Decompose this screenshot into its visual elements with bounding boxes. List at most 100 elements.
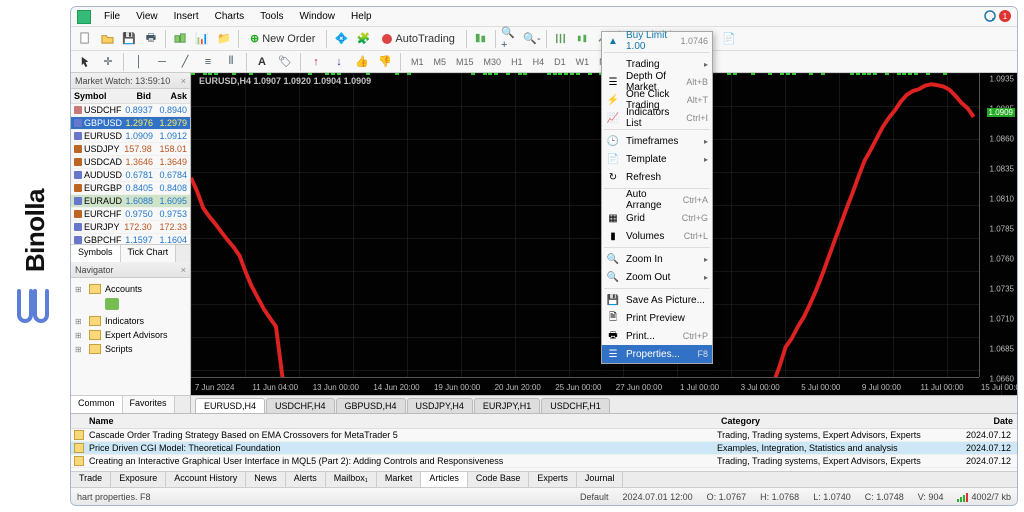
new-doc-icon[interactable] (75, 29, 95, 49)
close-icon[interactable]: × (181, 76, 186, 86)
channel-icon[interactable]: ≡ (198, 52, 218, 72)
profile-group-icon[interactable] (170, 29, 190, 49)
mw-tab-tick-chart[interactable]: Tick Chart (121, 245, 177, 262)
templates-icon[interactable]: 📄 (719, 29, 739, 49)
market-row-EURAUD[interactable]: EURAUD 1.6088 1.6095 (71, 195, 190, 208)
terminal-tab-journal[interactable]: Journal (577, 472, 624, 487)
timeframe-M30[interactable]: M30 (479, 55, 507, 69)
ctx-zoom-in[interactable]: 🔍 Zoom In ▸ (602, 250, 712, 268)
candles-icon[interactable] (573, 29, 593, 49)
navigator-toggle-icon[interactable]: 📁 (214, 29, 234, 49)
market-row-EURGBP[interactable]: EURGBP 0.8405 0.8408 (71, 182, 190, 195)
ctx-volumes[interactable]: ▮ Volumes Ctrl+L (602, 227, 712, 245)
timeframe-H4[interactable]: H4 (528, 55, 550, 69)
ctx-properties-[interactable]: ☰ Properties... F8 (602, 345, 712, 363)
terminal-tab-experts[interactable]: Experts (529, 472, 577, 487)
expert-advisor-icon[interactable]: 🧩 (353, 29, 373, 49)
terminal-tab-account-history[interactable]: Account History (166, 472, 246, 487)
timeframe-M5[interactable]: M5 (429, 55, 452, 69)
nav-indicators[interactable]: Indicators (75, 314, 186, 328)
market-row-EURJPY[interactable]: EURJPY 172.30 172.33 (71, 221, 190, 234)
vline-icon[interactable]: │ (129, 52, 149, 72)
thumbs-up-icon[interactable]: 👍 (352, 52, 372, 72)
article-row[interactable]: Creating an Interactive Graphical User I… (71, 455, 1017, 468)
new-order-button[interactable]: ⊕New Order (243, 29, 322, 49)
crosshair-icon[interactable]: ✛ (98, 52, 118, 72)
market-row-GBPUSD[interactable]: GBPUSD 1.2976 1.2979 (71, 117, 190, 130)
terminal-tab-market[interactable]: Market (377, 472, 422, 487)
nav-tab-favorites[interactable]: Favorites (123, 396, 175, 413)
save-icon[interactable]: 💾 (119, 29, 139, 49)
market-row-EURUSD[interactable]: EURUSD 1.0909 1.0912 (71, 130, 190, 143)
timeframe-M1[interactable]: M1 (406, 55, 429, 69)
zoom-in-icon[interactable]: 🔍+ (500, 29, 520, 49)
terminal-tab-code-base[interactable]: Code Base (468, 472, 530, 487)
timeframe-M15[interactable]: M15 (451, 55, 479, 69)
ctx-save-as-picture-[interactable]: 💾 Save As Picture... (602, 291, 712, 309)
col-name[interactable]: Name (85, 414, 717, 428)
col-category[interactable]: Category (717, 414, 957, 428)
cursor-icon[interactable] (75, 52, 95, 72)
market-row-AUDUSD[interactable]: AUDUSD 0.6781 0.6784 (71, 169, 190, 182)
chart-tab-EURUSD-H4[interactable]: EURUSD,H4 (195, 398, 265, 413)
help-icon[interactable] (984, 10, 996, 22)
ctx-timeframes[interactable]: 🕒 Timeframes ▸ (602, 132, 712, 150)
ctx-buy-limit[interactable]: ▲ Buy Limit 1.00 1.0746 (602, 32, 712, 50)
zoom-out-icon[interactable]: 🔍- (522, 29, 542, 49)
menu-charts[interactable]: Charts (208, 9, 251, 24)
menu-view[interactable]: View (129, 9, 165, 24)
new-chart-icon[interactable] (471, 29, 491, 49)
terminal-tab-exposure[interactable]: Exposure (111, 472, 166, 487)
hline-icon[interactable]: ─ (152, 52, 172, 72)
terminal-tab-mailbox₁[interactable]: Mailbox₁ (326, 472, 377, 487)
menu-file[interactable]: File (97, 9, 127, 24)
ctx-auto-arrange[interactable]: Auto Arrange Ctrl+A (602, 191, 712, 209)
terminal-tab-trade[interactable]: Trade (71, 472, 111, 487)
col-symbol[interactable]: Symbol (71, 89, 118, 103)
print-icon[interactable]: 🖶 (141, 29, 161, 49)
trendline-icon[interactable]: ╱ (175, 52, 195, 72)
market-row-EURCHF[interactable]: EURCHF 0.9750 0.9753 (71, 208, 190, 221)
col-ask[interactable]: Ask (154, 89, 190, 103)
close-icon[interactable]: × (181, 265, 186, 275)
ctx-indicators-list[interactable]: 📈 Indicators List Ctrl+I (602, 109, 712, 127)
metaquotes-icon[interactable]: 💠 (331, 29, 351, 49)
timeframe-H1[interactable]: H1 (506, 55, 528, 69)
ctx-grid[interactable]: ▦ Grid Ctrl+G (602, 209, 712, 227)
bars-icon[interactable] (551, 29, 571, 49)
menu-insert[interactable]: Insert (167, 9, 206, 24)
nav-accounts[interactable]: Accounts (75, 282, 186, 296)
open-folder-icon[interactable] (97, 29, 117, 49)
col-date[interactable]: Date (957, 414, 1017, 428)
nav-scripts[interactable]: Scripts (75, 342, 186, 356)
market-row-USDCAD[interactable]: USDCAD 1.3646 1.3649 (71, 156, 190, 169)
col-bid[interactable]: Bid (118, 89, 154, 103)
terminal-tab-alerts[interactable]: Alerts (286, 472, 326, 487)
market-row-USDCHF[interactable]: USDCHF 0.8937 0.8940 (71, 104, 190, 117)
text-icon[interactable]: A (252, 52, 272, 72)
nav-expert-advisors[interactable]: Expert Advisors (75, 328, 186, 342)
chart-tab-USDCHF-H4[interactable]: USDCHF,H4 (266, 398, 335, 413)
chart-tab-USDCHF-H1[interactable]: USDCHF,H1 (541, 398, 610, 413)
chart-tab-EURJPY-H1[interactable]: EURJPY,H1 (474, 398, 540, 413)
autotrading-button[interactable]: AutoTrading (375, 29, 462, 49)
ctx-print-[interactable]: 🖶 Print... Ctrl+P (602, 327, 712, 345)
ctx-print-preview[interactable]: 🗎 Print Preview (602, 309, 712, 327)
mw-tab-symbols[interactable]: Symbols (71, 245, 121, 262)
menu-tools[interactable]: Tools (253, 9, 290, 24)
market-row-GBPCHF[interactable]: GBPCHF 1.1597 1.1604 (71, 234, 190, 244)
nav-tab-common[interactable]: Common (71, 396, 123, 413)
thumbs-down-icon[interactable]: 👎 (375, 52, 395, 72)
timeframe-D1[interactable]: D1 (549, 55, 571, 69)
menu-window[interactable]: Window (292, 9, 342, 24)
label-icon[interactable]: 🏷 (275, 52, 295, 72)
article-row[interactable]: Cascade Order Trading Strategy Based on … (71, 429, 1017, 442)
article-row[interactable]: Price Driven CGI Model: Theoretical Foun… (71, 442, 1017, 455)
arrow-down-icon[interactable]: ↓ (329, 52, 349, 72)
alert-badge[interactable]: 1 (999, 10, 1011, 22)
menu-help[interactable]: Help (344, 9, 379, 24)
timeframe-W1[interactable]: W1 (571, 55, 595, 69)
terminal-tab-news[interactable]: News (246, 472, 286, 487)
terminal-tab-articles[interactable]: Articles (421, 472, 468, 487)
arrow-up-icon[interactable]: ↑ (306, 52, 326, 72)
